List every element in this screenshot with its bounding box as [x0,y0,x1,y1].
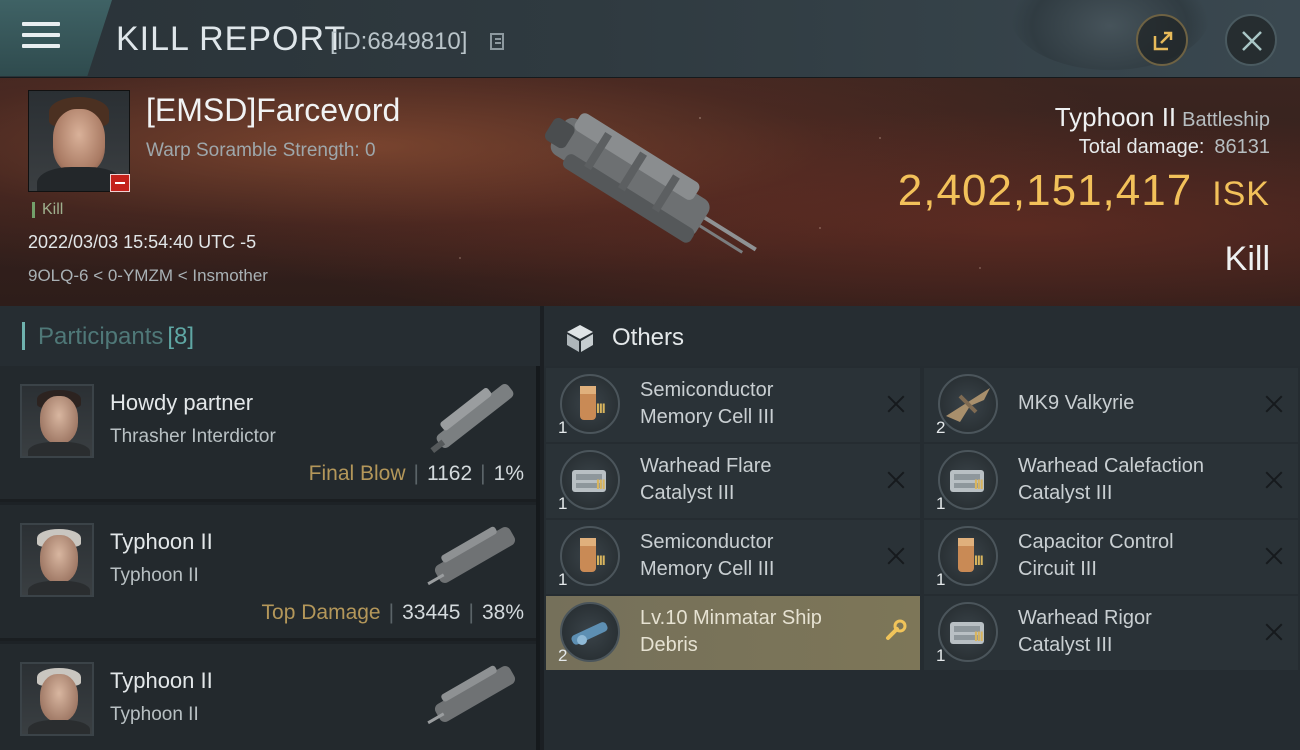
others-header: Others [544,306,1300,366]
participant-damage: 1162 [427,462,473,485]
item-name: Semiconductor Memory Cell III [640,379,775,428]
copy-icon[interactable] [490,33,504,50]
participant-ship-icon [427,526,516,586]
participant-ship-icon [427,665,516,725]
hamburger-menu-icon[interactable] [22,22,60,52]
page-title: KILL REPORT [116,20,347,58]
participants-title: Participants [8] [38,323,195,350]
destroyed-x-icon [886,470,906,490]
section-marker [22,322,25,350]
item-quantity: 2 [558,646,568,665]
participant-ship: Typhoon II [110,565,199,586]
standing-minus-icon [110,174,130,192]
participants-panel: Participants [8] Howdy partner Thrasher I… [0,306,540,750]
participant-name: Typhoon II [110,668,213,693]
isk-value: 2,402,151,417 ISK [898,166,1270,216]
final-blow-tag: Final Blow [308,462,406,485]
share-button[interactable] [1136,14,1188,66]
item-quantity: 1 [936,494,946,513]
victim-ship-name: Typhoon II [1054,102,1177,132]
participant-name: Howdy partner [110,390,254,415]
participant-ship: Thrasher Interdictor [110,426,276,447]
kill-banner: [EMSD]Farcevord Warp Soramble Strength: … [0,78,1300,306]
total-damage-label: Total damage: [1078,136,1205,158]
item-quantity: 1 [936,570,946,589]
item-name: Warhead Flare Catalyst III [640,455,772,504]
loot-item[interactable]: III 1 Warhead Flare Catalyst III [546,444,920,518]
participant-ship-icon [430,384,514,454]
kill-tag: Kill [32,202,63,218]
capacitor-rig-icon: III [938,526,998,586]
item-quantity: 1 [558,418,568,437]
memory-cell-icon: III [560,526,620,586]
kill-timestamp: 2022/03/03 15:54:40 UTC -5 [28,232,257,252]
participant-row[interactable]: Howdy partner Thrasher Interdictor Final… [0,366,536,502]
isk-unit: ISK [1212,175,1270,213]
loot-item[interactable]: III 1 Warhead Rigor Catalyst III [924,596,1298,670]
item-quantity: 1 [558,494,568,513]
loot-item[interactable]: III 1 Semiconductor Memory Cell III [546,368,920,442]
item-name: Warhead Calefaction Catalyst III [1018,455,1205,504]
participant-damage: 33445 [402,601,461,624]
participant-stats: Top Damage | 33445 | 38% [261,601,524,624]
destroyed-x-icon [1264,622,1284,642]
top-bar: KILL REPORT [ID:6849810] [0,0,1300,78]
destroyed-x-icon [1264,546,1284,566]
isk-amount: 2,402,151,417 [897,166,1193,215]
item-quantity: 1 [936,646,946,665]
share-icon [1153,31,1173,51]
participants-header[interactable]: Participants [8] [0,306,540,366]
participant-row[interactable]: Typhoon II Typhoon II [0,644,536,750]
ship-debris-icon [560,602,620,662]
victim-ship-class: Battleship [1182,109,1270,131]
top-damage-tag: Top Damage [261,601,381,624]
destroyed-x-icon [886,394,906,414]
warhead-rig-icon: III [938,602,998,662]
item-name: Capacitor Control Circuit III [1018,531,1174,580]
close-icon [1242,31,1262,51]
drone-icon [938,374,998,434]
warp-scramble-strength: Warp Soramble Strength: 0 [146,140,376,161]
avatar[interactable] [20,523,94,597]
item-name: Lv.10 Minmatar Ship Debris [640,607,822,656]
others-title: Others [612,324,685,351]
item-name: Semiconductor Memory Cell III [640,531,775,580]
item-quantity: 1 [558,570,568,589]
destroyed-x-icon [1264,394,1284,414]
victim-ship: Typhoon II Battleship [1055,102,1270,133]
loot-item[interactable]: III 1 Warhead Calefaction Catalyst III [924,444,1298,518]
participant-name: Typhoon II [110,529,213,554]
destroyed-x-icon [886,546,906,566]
destroyed-x-icon [1264,470,1284,490]
kill-location: 9OLQ-6 < 0-YMZM < Insmother [28,266,268,285]
participant-row[interactable]: Typhoon II Typhoon II Top Damage | 33445 | 3… [0,505,536,641]
avatar[interactable] [20,662,94,736]
participants-count: [8] [167,323,195,350]
report-id: [ID:6849810] [330,28,468,55]
victim-name[interactable]: [EMSD]Farcevord [146,92,400,129]
avatar[interactable] [20,384,94,458]
item-name: MK9 Valkyrie [1018,392,1135,414]
item-quantity: 2 [936,418,946,437]
loot-item[interactable]: III 1 Semiconductor Memory Cell III [546,520,920,594]
loot-item-dropped[interactable]: 2 Lv.10 Minmatar Ship Debris [546,596,920,670]
total-damage-value: 86131 [1214,136,1270,158]
wrench-icon[interactable] [884,618,908,642]
memory-cell-icon: III [560,374,620,434]
warhead-rig-icon: III [560,450,620,510]
others-panel: Others III 1 Semiconductor Memory Cell II… [544,306,1300,750]
loot-item[interactable]: 2 MK9 Valkyrie [924,368,1298,442]
close-button[interactable] [1225,14,1277,66]
total-damage: Total damage: 86131 [1079,136,1270,159]
loot-item[interactable]: III 1 Capacitor Control Circuit III [924,520,1298,594]
participant-stats: Final Blow | 1162 | 1% [308,462,524,485]
cube-icon [567,325,593,352]
warhead-rig-icon: III [938,450,998,510]
victim-ship-icon [544,113,757,254]
item-name: Warhead Rigor Catalyst III [1018,607,1152,656]
participant-percent: 1% [493,462,524,485]
kill-result: Kill [1224,240,1270,278]
participant-ship: Typhoon II [110,704,199,725]
participant-percent: 38% [481,601,524,624]
